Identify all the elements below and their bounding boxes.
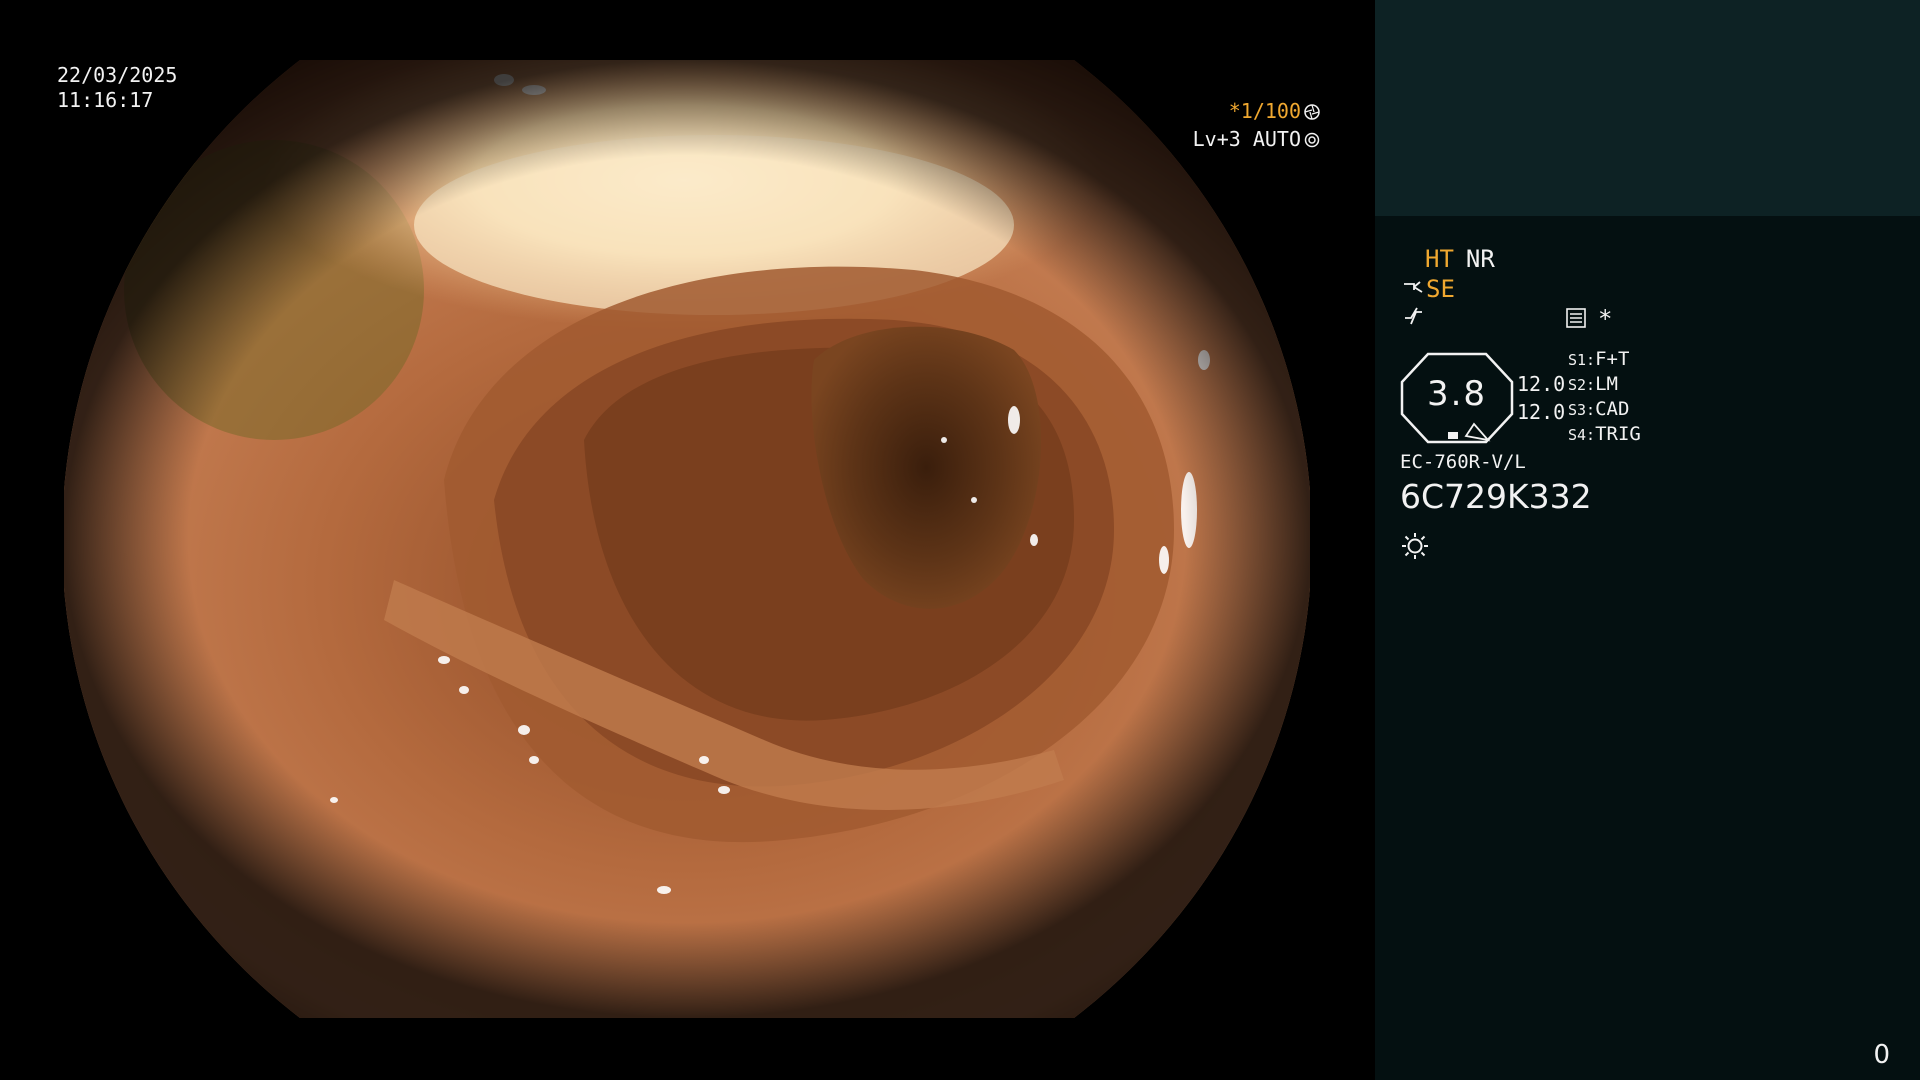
star-indicator: * <box>1598 305 1613 333</box>
switch-value: F+T <box>1595 348 1630 370</box>
shutter-speed-display: *1/100 <box>1229 99 1320 124</box>
structure-enhance-icon <box>1405 307 1422 325</box>
processing-mode-row: HT NR <box>1425 245 1495 273</box>
switch-row-s1: S1:F+T <box>1568 347 1629 372</box>
mode-nr-label: NR <box>1465 245 1495 273</box>
se-mode-label: SE <box>1426 275 1455 303</box>
light-source-icon <box>1402 533 1428 559</box>
switch-row-s4: S4:TRIG <box>1568 422 1641 447</box>
switch-value: LM <box>1595 373 1618 395</box>
setting-value-a: 12.0 <box>1517 372 1566 396</box>
scope-serial-label: 6C729K332 <box>1400 477 1592 516</box>
scope-model-label: EC-760R-V/L <box>1400 451 1526 473</box>
time-label: 11:16:17 <box>57 88 154 112</box>
setting-value-b: 12.0 <box>1517 400 1566 424</box>
brightness-level-label: Lv+3 AUTO <box>1192 127 1301 151</box>
shutter-speed-label: *1/100 <box>1228 99 1301 123</box>
info-panel-header <box>1375 0 1920 216</box>
iris-gear-icon <box>1304 132 1320 147</box>
zoom-value-label: 3.8 <box>1426 374 1488 414</box>
info-panel <box>1375 216 1920 1080</box>
brightness-level-display: Lv+3 AUTO <box>1193 127 1320 152</box>
switch-key: S3: <box>1568 401 1596 419</box>
date-time-display: 22/03/2025 11:16:17 <box>57 63 177 113</box>
memo-icon <box>1566 308 1586 328</box>
switch-row-s3: S3:CAD <box>1568 397 1629 422</box>
endoscopy-screen: 22/03/2025 11:16:17 *1/100 Lv+3 AUTO HT N… <box>0 0 1920 1080</box>
switch-key: S4: <box>1568 426 1596 444</box>
switch-row-s2: S2:LM <box>1568 372 1618 397</box>
mode-ht-label: HT <box>1425 245 1454 273</box>
switch-key: S2: <box>1568 376 1596 394</box>
switch-value: TRIG <box>1595 423 1641 445</box>
scope-tip-icon <box>1404 281 1423 293</box>
switch-key: S1: <box>1568 351 1596 369</box>
colon-lumen-illustration <box>64 60 1310 1018</box>
endoscope-image <box>64 60 1310 1018</box>
shutter-aperture-icon <box>1304 103 1320 120</box>
image-counter: 0 <box>1873 1040 1890 1070</box>
date-label: 22/03/2025 <box>57 63 178 87</box>
switch-value: CAD <box>1595 398 1630 420</box>
enhance-mode-row: SE <box>1402 275 1455 303</box>
